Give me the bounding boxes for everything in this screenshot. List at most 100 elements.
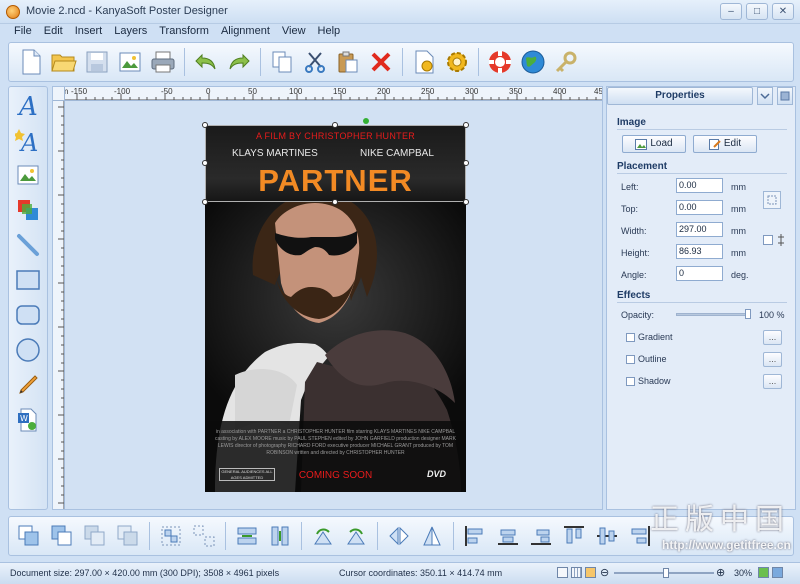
menu-view[interactable]: View bbox=[276, 24, 312, 39]
fit-page-icon[interactable] bbox=[758, 567, 769, 578]
menu-help[interactable]: Help bbox=[312, 24, 347, 39]
zoom-out-icon[interactable]: ⊖ bbox=[600, 566, 609, 579]
menu-layers[interactable]: Layers bbox=[108, 24, 153, 39]
text-icon[interactable]: A bbox=[13, 90, 43, 120]
send-backward-icon[interactable] bbox=[79, 520, 111, 552]
zoom-in-icon[interactable]: ⊕ bbox=[716, 566, 725, 579]
web-icon[interactable] bbox=[517, 46, 549, 78]
flip-horizontal-icon[interactable] bbox=[383, 520, 415, 552]
menu-file[interactable]: File bbox=[8, 24, 38, 39]
resize-handle[interactable] bbox=[332, 122, 338, 128]
shadow-checkbox[interactable] bbox=[626, 377, 635, 386]
align-center-icon[interactable] bbox=[492, 520, 524, 552]
align-middle-icon[interactable] bbox=[591, 520, 623, 552]
cut-icon[interactable] bbox=[299, 46, 331, 78]
image-icon[interactable] bbox=[13, 160, 43, 190]
properties-panel: Properties Image Load Edit Placement Lef… bbox=[606, 86, 796, 510]
height-input[interactable]: 86.93 bbox=[676, 244, 723, 259]
opacity-slider-thumb[interactable] bbox=[745, 309, 751, 319]
menu-transform[interactable]: Transform bbox=[153, 24, 215, 39]
undo-icon[interactable] bbox=[190, 46, 222, 78]
opacity-slider[interactable] bbox=[676, 313, 750, 316]
resize-handle[interactable] bbox=[202, 160, 208, 166]
print-icon[interactable] bbox=[147, 46, 179, 78]
layers-icon[interactable] bbox=[13, 195, 43, 225]
align-top-icon[interactable] bbox=[558, 520, 590, 552]
menu-insert[interactable]: Insert bbox=[69, 24, 109, 39]
copy-icon[interactable] bbox=[266, 46, 298, 78]
load-image-button[interactable]: Load bbox=[622, 135, 686, 153]
gradient-options-button[interactable]: ... bbox=[763, 330, 782, 345]
resize-handle[interactable] bbox=[202, 122, 208, 128]
resize-handle[interactable] bbox=[202, 199, 208, 205]
properties-header[interactable]: Properties bbox=[607, 87, 753, 105]
resize-handle[interactable] bbox=[463, 122, 469, 128]
same-width-icon[interactable] bbox=[231, 520, 263, 552]
outline-options-button[interactable]: ... bbox=[763, 352, 782, 367]
position-reset-icon[interactable] bbox=[763, 191, 781, 209]
new-icon[interactable] bbox=[15, 46, 47, 78]
menu-alignment[interactable]: Alignment bbox=[215, 24, 276, 39]
resize-handle[interactable] bbox=[463, 199, 469, 205]
ruler-label: -100 bbox=[114, 87, 131, 96]
ellipse-icon[interactable] bbox=[13, 335, 43, 365]
width-input[interactable]: 297.00 bbox=[676, 222, 723, 237]
flip-vertical-icon[interactable] bbox=[416, 520, 448, 552]
art-text-icon[interactable]: A bbox=[13, 125, 43, 155]
left-input[interactable]: 0.00 bbox=[676, 178, 723, 193]
shadow-options-button[interactable]: ... bbox=[763, 374, 782, 389]
line-icon[interactable] bbox=[13, 230, 43, 260]
shadow-label: Shadow bbox=[638, 376, 671, 386]
key-icon[interactable] bbox=[550, 46, 582, 78]
panel-options-icon[interactable] bbox=[777, 87, 793, 105]
align-left-icon[interactable] bbox=[459, 520, 491, 552]
poster-page[interactable]: A FILM BY CHRISTOPHER HUNTER KLAYS MARTI… bbox=[205, 125, 466, 492]
group-icon[interactable] bbox=[155, 520, 187, 552]
minimize-button[interactable]: – bbox=[720, 3, 742, 20]
angle-input[interactable]: 0 bbox=[676, 266, 723, 281]
zoom-slider-thumb[interactable] bbox=[663, 568, 669, 578]
rectangle-icon[interactable] bbox=[13, 265, 43, 295]
fit-width-icon[interactable] bbox=[772, 567, 783, 578]
send-back-icon[interactable] bbox=[112, 520, 144, 552]
word-import-icon[interactable]: W bbox=[13, 405, 43, 435]
pencil-icon[interactable] bbox=[13, 370, 43, 400]
page-setup-icon[interactable] bbox=[408, 46, 440, 78]
chevron-down-icon[interactable] bbox=[757, 87, 773, 105]
align-right-icon[interactable] bbox=[525, 520, 557, 552]
paste-icon[interactable] bbox=[332, 46, 364, 78]
save-icon[interactable] bbox=[81, 46, 113, 78]
bring-forward-icon[interactable] bbox=[46, 520, 78, 552]
export-image-icon[interactable] bbox=[114, 46, 146, 78]
page-view-icon[interactable] bbox=[557, 567, 568, 578]
rotate-handle[interactable] bbox=[363, 118, 369, 124]
section-divider bbox=[617, 129, 787, 130]
open-icon[interactable] bbox=[48, 46, 80, 78]
rounded-rectangle-icon[interactable] bbox=[13, 300, 43, 330]
grid-icon[interactable] bbox=[571, 567, 582, 578]
menu-edit[interactable]: Edit bbox=[38, 24, 69, 39]
top-input[interactable]: 0.00 bbox=[676, 200, 723, 215]
bring-front-icon[interactable] bbox=[13, 520, 45, 552]
poster-actor-left: KLAYS MARTINES bbox=[232, 148, 318, 159]
outline-checkbox[interactable] bbox=[626, 355, 635, 364]
redo-icon[interactable] bbox=[223, 46, 255, 78]
help-icon[interactable] bbox=[484, 46, 516, 78]
close-button[interactable]: ✕ bbox=[772, 3, 794, 20]
gradient-checkbox[interactable] bbox=[626, 333, 635, 342]
height-unit: mm bbox=[731, 248, 746, 258]
maximize-button[interactable]: □ bbox=[746, 3, 768, 20]
snap-icon[interactable] bbox=[585, 567, 596, 578]
edit-image-button[interactable]: Edit bbox=[693, 135, 757, 153]
resize-handle[interactable] bbox=[332, 199, 338, 205]
same-height-icon[interactable] bbox=[264, 520, 296, 552]
toolbar-separator bbox=[453, 522, 454, 550]
delete-icon[interactable] bbox=[365, 46, 397, 78]
design-canvas[interactable]: mm -150 -100 -50 0 50 100 150 200 250 30… bbox=[52, 86, 603, 510]
settings-icon[interactable] bbox=[441, 46, 473, 78]
resize-handle[interactable] bbox=[463, 160, 469, 166]
rotate-left-icon[interactable] bbox=[307, 520, 339, 552]
keep-aspect-checkbox[interactable] bbox=[763, 235, 773, 245]
ungroup-icon[interactable] bbox=[188, 520, 220, 552]
rotate-right-icon[interactable] bbox=[340, 520, 372, 552]
